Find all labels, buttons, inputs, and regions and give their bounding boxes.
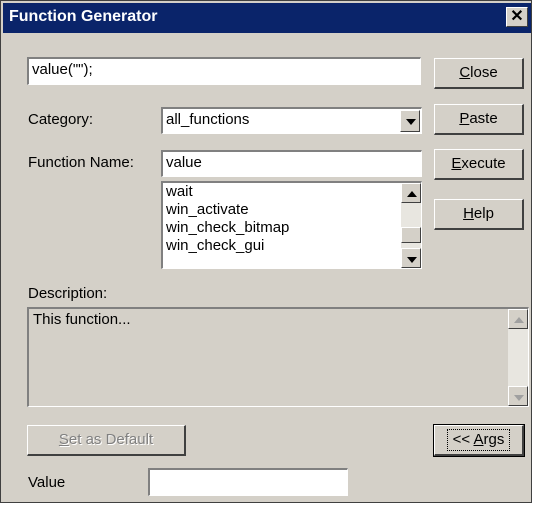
chevron-down-icon — [406, 119, 416, 125]
value-label: Value — [28, 474, 66, 491]
chevron-up-icon — [407, 191, 417, 197]
scroll-down-button[interactable] — [401, 248, 421, 268]
function-list-scrollbar[interactable] — [401, 183, 421, 268]
args-button[interactable]: << Args — [433, 424, 525, 457]
list-item[interactable]: win_activate — [163, 201, 421, 219]
execute-button[interactable]: Execute — [434, 149, 524, 180]
function-list[interactable]: wait win_activate win_check_bitmap win_c… — [161, 181, 422, 269]
args-focus-rect: << Args — [446, 429, 511, 451]
set-default-label: et as Default — [68, 431, 154, 448]
chevron-up-icon — [514, 317, 524, 323]
dropdown-arrow-button[interactable] — [400, 110, 420, 132]
args-prefix: << — [452, 431, 474, 448]
close-button-label: lose — [470, 64, 498, 81]
scroll-thumb[interactable] — [401, 227, 421, 243]
paste-button-mnemonic: P — [459, 110, 470, 127]
help-button[interactable]: Help — [434, 199, 524, 230]
function-generator-dialog: Function Generator ✕ value(""); Close Ca… — [0, 0, 532, 503]
paste-button[interactable]: Paste — [434, 104, 524, 135]
category-label: Category: — [28, 111, 94, 128]
close-button-mnemonic: C — [459, 64, 471, 81]
title-bar: Function Generator ✕ — [3, 3, 531, 33]
execute-button-label: xecute — [461, 155, 506, 172]
scroll-up-button[interactable] — [401, 183, 421, 203]
list-item[interactable]: win_check_bitmap — [163, 219, 421, 237]
scroll-up-button[interactable] — [508, 309, 528, 329]
function-name-input[interactable]: value — [161, 150, 422, 177]
scroll-down-button[interactable] — [508, 386, 528, 406]
description-box: This function... — [27, 307, 529, 407]
list-item[interactable]: win_check_gui — [163, 237, 421, 255]
help-button-label: elp — [473, 205, 494, 222]
chevron-down-icon — [407, 257, 417, 263]
args-mnemonic: A — [473, 431, 484, 448]
args-label: rgs — [483, 431, 505, 448]
dialog-title: Function Generator — [9, 8, 158, 25]
help-button-mnemonic: H — [463, 205, 474, 222]
description-scrollbar[interactable] — [508, 309, 528, 406]
list-item[interactable]: wait — [163, 183, 421, 201]
value-input[interactable] — [148, 468, 348, 496]
chevron-down-icon — [514, 395, 524, 401]
function-name-label: Function Name: — [28, 154, 134, 171]
close-icon[interactable]: ✕ — [506, 7, 528, 27]
category-dropdown[interactable]: all_functions — [161, 107, 422, 134]
set-default-mnemonic: S — [58, 431, 69, 448]
set-as-default-button[interactable]: Set as Default — [27, 425, 186, 456]
close-button[interactable]: Close — [434, 58, 524, 89]
paste-button-label: aste — [469, 110, 498, 127]
description-text: This function... — [33, 311, 131, 328]
description-label: Description: — [28, 285, 108, 302]
execute-button-mnemonic: E — [451, 155, 462, 172]
expression-field[interactable]: value(""); — [27, 57, 421, 85]
category-selected: all_functions — [166, 111, 250, 128]
